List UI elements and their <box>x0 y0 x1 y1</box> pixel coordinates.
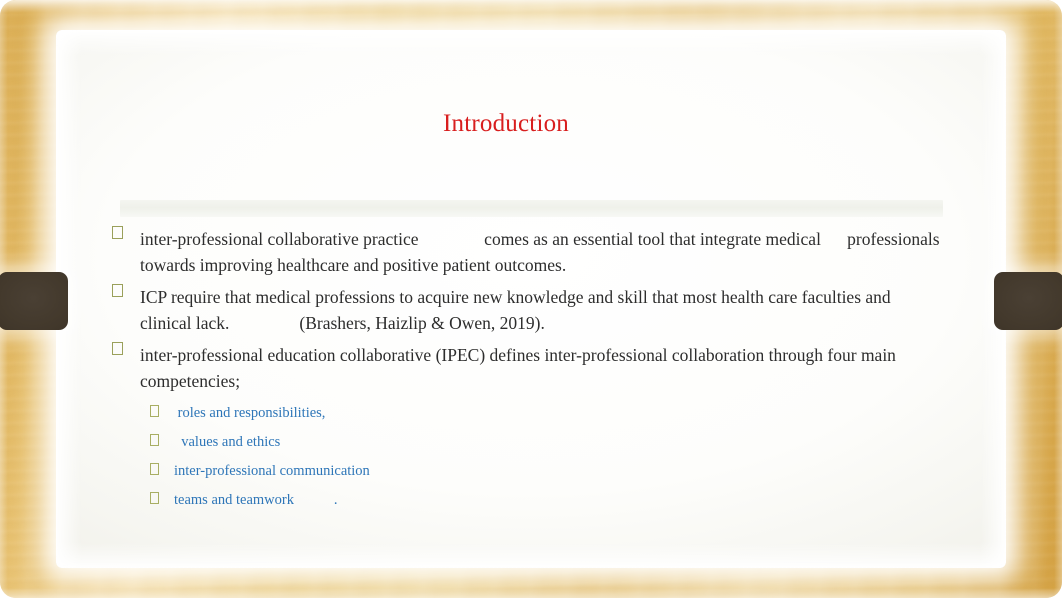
sub-bullet-item: values and ethics <box>150 432 942 453</box>
bullet-marker-icon <box>112 342 123 355</box>
sub-bullet-marker-icon <box>150 405 159 417</box>
sub-bullet-marker-icon <box>150 492 159 504</box>
slide-body: inter-professional collaborative practic… <box>112 226 942 519</box>
bullet-text: inter-professional collaborative practic… <box>140 229 944 275</box>
sub-bullet-item: teams and teamwork . <box>150 490 942 511</box>
slide-canvas: Introduction inter-professional collabor… <box>0 0 1062 598</box>
right-side-tab <box>994 272 1062 330</box>
sub-bullet-text: values and ethics <box>174 434 281 450</box>
bullet-marker-icon <box>112 284 123 297</box>
sub-bullet-text: roles and responsibilities, <box>174 405 326 421</box>
empty-text-placeholder-band <box>120 200 943 217</box>
left-side-tab <box>0 272 68 330</box>
sub-bullet-text: teams and teamwork . <box>174 492 338 508</box>
sub-bullet-marker-icon <box>150 434 159 446</box>
slide-title: Introduction <box>443 110 569 137</box>
bullet-text: ICP require that medical professions to … <box>140 287 896 333</box>
bullet-item: inter-professional education collaborati… <box>112 342 942 394</box>
bullet-item: inter-professional collaborative practic… <box>112 226 942 278</box>
sub-bullet-item: roles and responsibilities, <box>150 403 942 424</box>
bullet-text: inter-professional education collaborati… <box>140 345 901 391</box>
bullet-marker-icon <box>112 226 123 239</box>
sub-bullet-list: roles and responsibilities, values and e… <box>150 403 942 511</box>
sub-bullet-marker-icon <box>150 463 159 475</box>
sub-bullet-item: inter-professional communication <box>150 461 942 482</box>
bullet-item: ICP require that medical professions to … <box>112 284 942 336</box>
sub-bullet-text: inter-professional communication <box>174 463 370 479</box>
